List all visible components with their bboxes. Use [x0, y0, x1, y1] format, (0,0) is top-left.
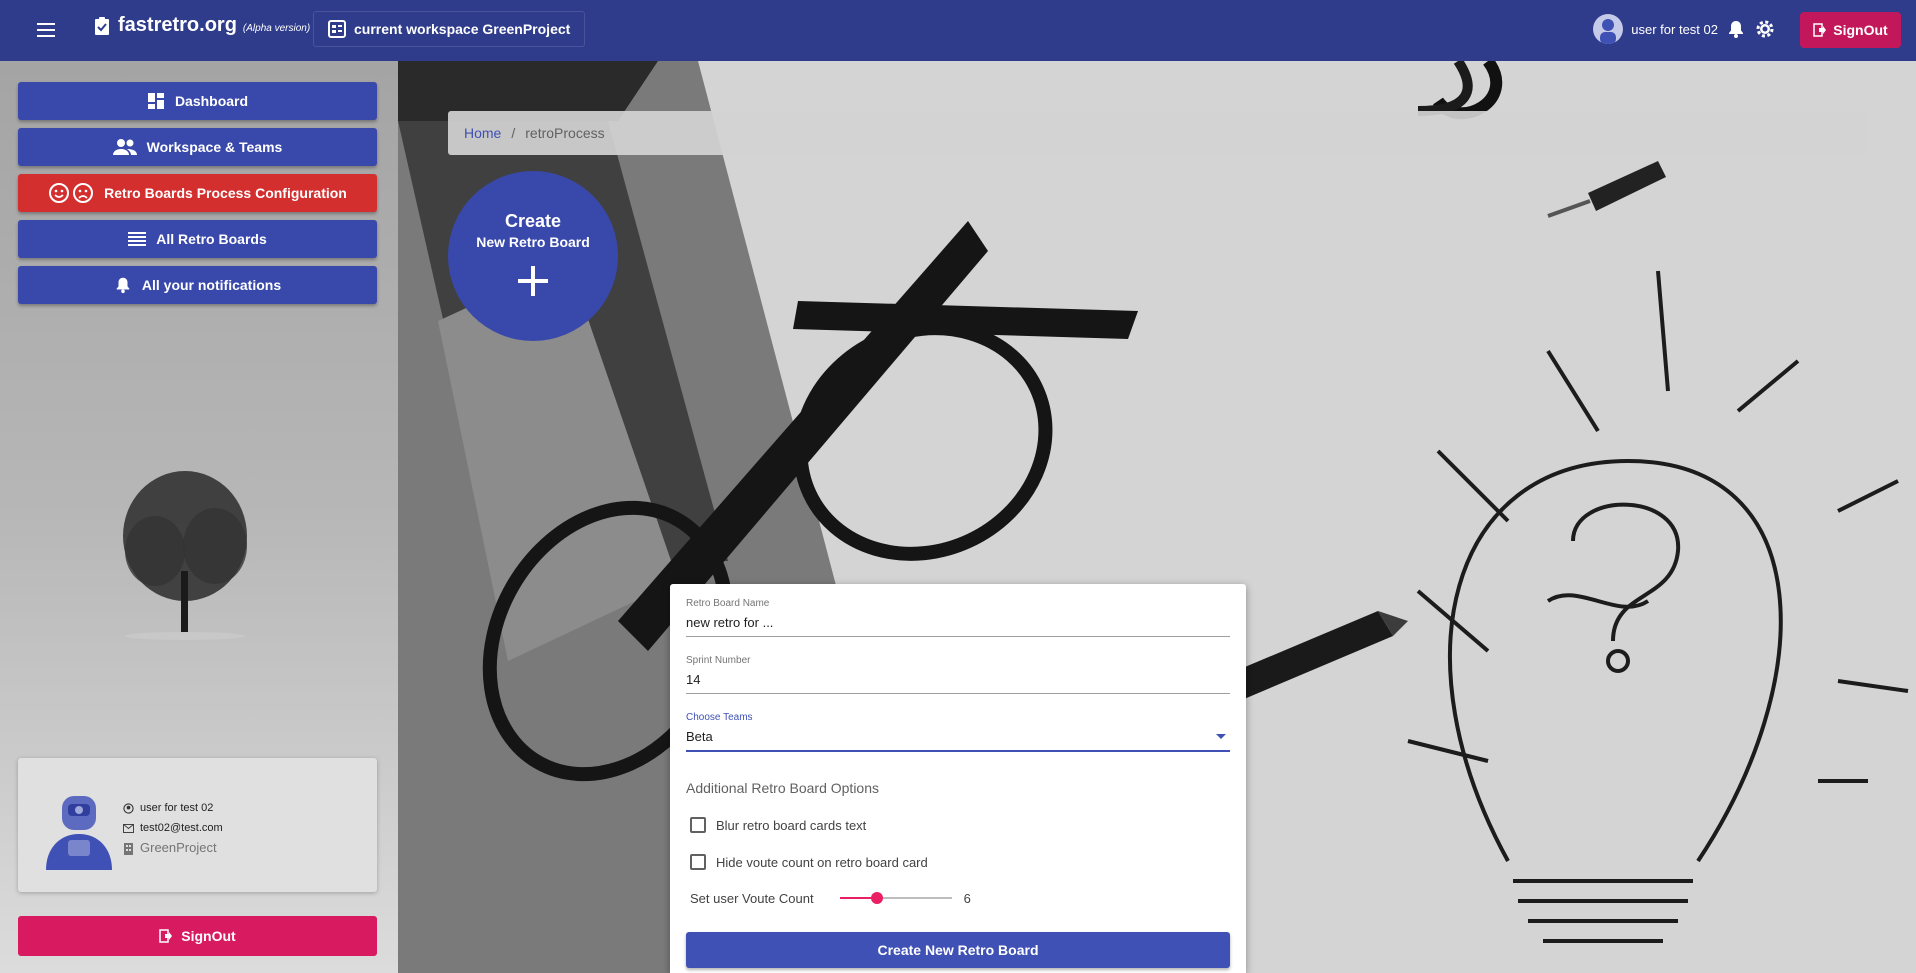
tree-illustration	[123, 471, 247, 640]
user-name: user for test 02	[1631, 21, 1718, 37]
sprint-number-label: Sprint Number	[686, 655, 751, 666]
create-new-retro-board-submit[interactable]: Create New Retro Board	[686, 932, 1230, 968]
retro-board-name-label: Retro Board Name	[686, 598, 770, 609]
avatar	[38, 788, 120, 870]
bell-icon	[116, 277, 130, 294]
choose-teams-label: Choose Teams	[686, 712, 753, 723]
retro-board-name-input[interactable]: new retro for ...	[686, 615, 1230, 637]
sidebar: Dashboard Workspace & Teams Retro Boards…	[0, 61, 398, 973]
retro-board-name-field[interactable]: Retro Board Name new retro for ...	[686, 598, 1230, 637]
profile-email: test02@test.com	[140, 822, 223, 834]
menu-icon[interactable]	[32, 16, 60, 44]
sidebar-item-dashboard[interactable]: Dashboard	[18, 82, 377, 120]
sidebar-item-all-retro-boards[interactable]: All Retro Boards	[18, 220, 377, 258]
hide-vote-count-option[interactable]: Hide voute count on retro board card	[690, 854, 928, 870]
vote-count-label: Set user Voute Count	[690, 890, 814, 906]
signout-button[interactable]: SignOut	[1800, 12, 1901, 48]
sidebar-item-retro-process-config[interactable]: Retro Boards Process Configuration	[18, 174, 377, 212]
additional-options-title: Additional Retro Board Options	[686, 780, 879, 796]
breadcrumb: Home / retroProcess	[448, 111, 1868, 155]
workspace-label: current workspace GreenProject	[354, 21, 571, 37]
smile-frown-icon	[49, 183, 94, 203]
list-icon	[128, 232, 147, 246]
profile-card: user for test 02 test02@test.com GreenPr…	[18, 758, 377, 892]
brand-name: fastretro.org	[118, 14, 237, 36]
profile-workspace-row: GreenProject	[123, 838, 223, 858]
clipboard-check-icon	[95, 16, 109, 35]
sidebar-signout-button[interactable]: SignOut	[18, 916, 377, 956]
top-app-bar: fastretro.org (Alpha version) current wo…	[0, 0, 1916, 61]
create-label: Create	[504, 211, 562, 231]
create-new-retro-board-button[interactable]: Create New Retro Board	[448, 171, 618, 341]
bell-icon[interactable]	[1726, 19, 1746, 39]
building-icon	[124, 842, 133, 855]
signout-icon	[1813, 23, 1827, 37]
vote-count-row: Set user Voute Count 6	[690, 890, 971, 906]
choose-teams-select[interactable]: Beta	[686, 729, 1230, 752]
blur-cards-label: Blur retro board cards text	[716, 817, 867, 833]
gear-icon[interactable]	[1754, 18, 1776, 40]
profile-name-row: user for test 02	[123, 798, 223, 818]
breadcrumb-current: retroProcess	[525, 125, 605, 141]
sprint-number-input[interactable]: 14	[686, 672, 1230, 694]
blur-cards-option[interactable]: Blur retro board cards text	[690, 817, 866, 833]
plus-icon	[518, 266, 548, 296]
profile-name: user for test 02	[140, 802, 214, 814]
brand-logo[interactable]: fastretro.org (Alpha version)	[92, 14, 310, 37]
choose-teams-value: Beta	[686, 729, 713, 744]
breadcrumb-home-link[interactable]: Home	[464, 125, 501, 141]
account-circle-icon	[123, 802, 134, 814]
vote-count-slider[interactable]	[839, 890, 952, 906]
dashboard-icon	[147, 93, 164, 109]
profile-workspace: GreenProject	[140, 840, 217, 855]
choose-teams-field[interactable]: Choose Teams Beta	[686, 712, 1230, 752]
create-retro-form: Retro Board Name new retro for ... Sprin…	[670, 584, 1246, 973]
profile-email-row: test02@test.com	[123, 818, 223, 838]
sprint-number-field[interactable]: Sprint Number 14	[686, 655, 1230, 694]
sidebar-item-notifications[interactable]: All your notifications	[18, 266, 377, 304]
hide-vote-count-label: Hide voute count on retro board card	[716, 854, 928, 870]
current-workspace-button[interactable]: current workspace GreenProject	[313, 11, 586, 47]
profile-details: user for test 02 test02@test.com GreenPr…	[123, 798, 223, 858]
blur-cards-checkbox[interactable]	[690, 817, 706, 833]
workspace-icon	[328, 20, 346, 38]
hide-vote-count-checkbox[interactable]	[690, 854, 706, 870]
sidebar-item-workspace-teams[interactable]: Workspace & Teams	[18, 128, 377, 166]
mail-icon	[123, 823, 134, 833]
breadcrumb-separator: /	[511, 125, 516, 141]
brand-version: (Alpha version)	[242, 23, 311, 34]
avatar[interactable]	[1593, 14, 1624, 44]
chevron-down-icon[interactable]	[1216, 734, 1226, 739]
people-icon	[112, 139, 137, 155]
signout-icon	[159, 929, 173, 943]
vote-count-value: 6	[963, 890, 971, 906]
slider-thumb[interactable]	[870, 892, 883, 904]
create-sublabel: New Retro Board	[476, 234, 590, 250]
user-area: user for test 02	[1593, 14, 1776, 44]
